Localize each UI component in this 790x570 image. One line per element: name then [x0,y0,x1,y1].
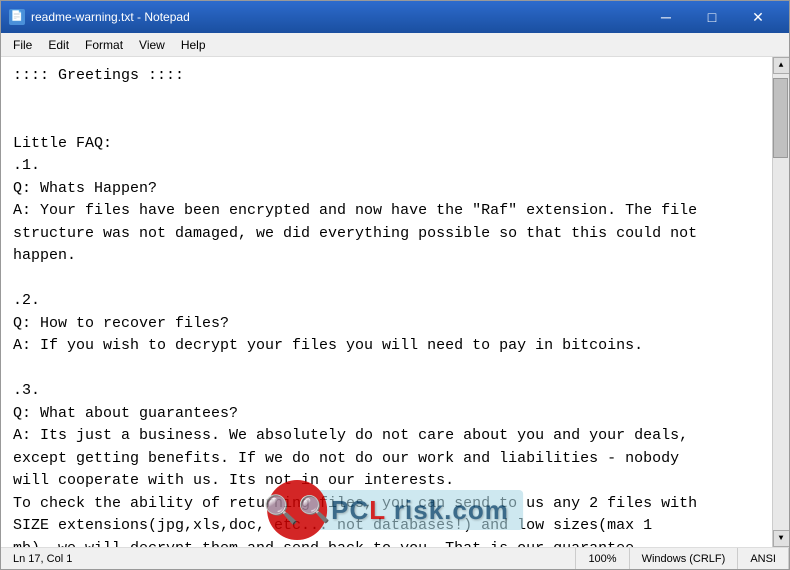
status-line-ending: Windows (CRLF) [630,548,739,569]
window-title: readme-warning.txt - Notepad [31,10,643,24]
window-controls: ─ □ ✕ [643,1,781,33]
menu-edit[interactable]: Edit [40,36,77,54]
maximize-button[interactable]: □ [689,1,735,33]
scrollbar-track[interactable] [773,74,789,530]
notepad-window: 📄 readme-warning.txt - Notepad ─ □ ✕ Fil… [0,0,790,570]
scrollbar-thumb[interactable] [773,78,788,158]
menu-bar: File Edit Format View Help [1,33,789,57]
menu-file[interactable]: File [5,36,40,54]
title-bar: 📄 readme-warning.txt - Notepad ─ □ ✕ [1,1,789,33]
menu-help[interactable]: Help [173,36,214,54]
status-bar: Ln 17, Col 1 100% Windows (CRLF) ANSI [1,547,789,569]
close-button[interactable]: ✕ [735,1,781,33]
status-encoding: ANSI [738,548,789,569]
status-position: Ln 17, Col 1 [1,548,576,569]
app-icon: 📄 [9,9,25,25]
menu-format[interactable]: Format [77,36,131,54]
status-zoom: 100% [576,548,629,569]
minimize-button[interactable]: ─ [643,1,689,33]
menu-view[interactable]: View [131,36,173,54]
editor-area: :::: Greetings :::: Little FAQ: .1. Q: W… [1,57,789,547]
scroll-up-arrow[interactable]: ▲ [773,57,790,74]
text-editor[interactable]: :::: Greetings :::: Little FAQ: .1. Q: W… [1,57,772,547]
scroll-down-arrow[interactable]: ▼ [773,530,790,547]
vertical-scrollbar[interactable]: ▲ ▼ [772,57,789,547]
